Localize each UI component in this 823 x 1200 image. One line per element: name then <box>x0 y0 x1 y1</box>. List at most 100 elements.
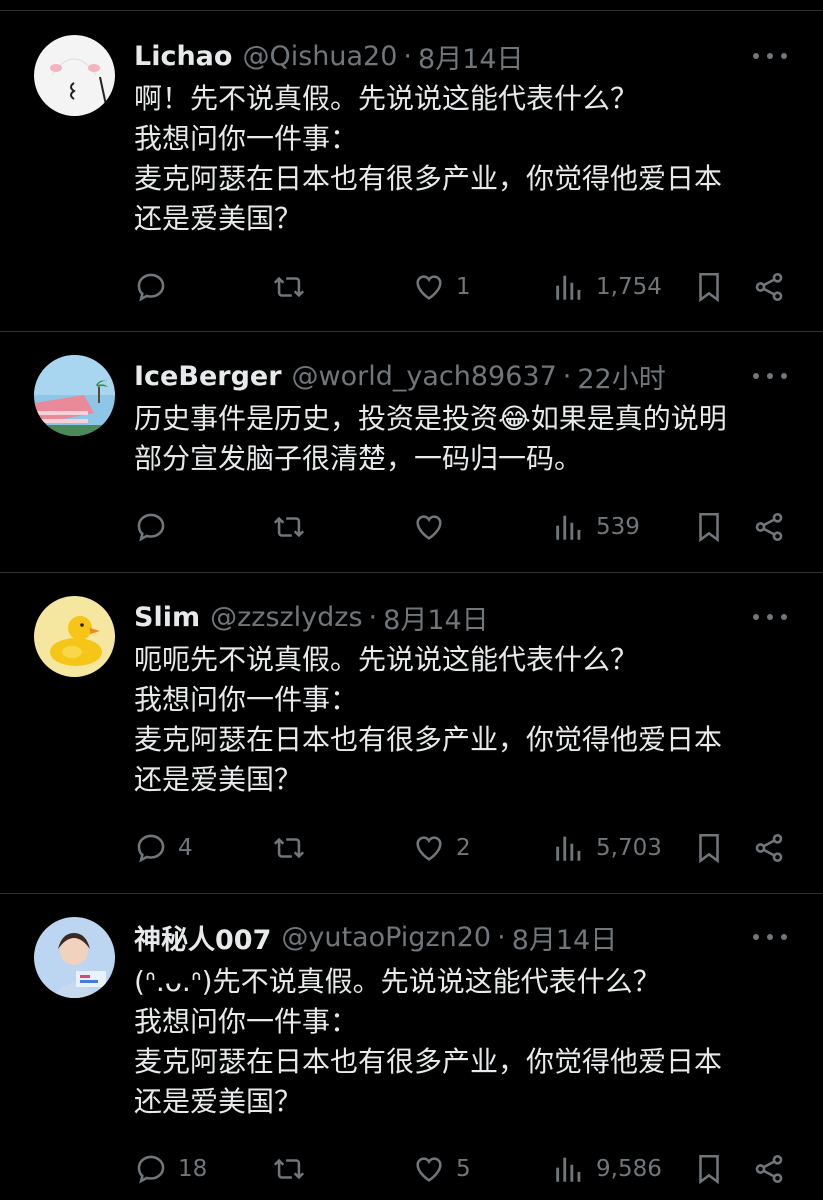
more-icon[interactable] <box>753 927 787 947</box>
action-bar: 4 2 5,703 <box>0 828 823 868</box>
view-count: 539 <box>596 514 640 540</box>
bookmark-button[interactable] <box>692 267 726 307</box>
avatar[interactable] <box>34 596 115 677</box>
like-icon <box>416 836 442 861</box>
bookmark-button[interactable] <box>692 507 726 547</box>
reply-icon <box>137 834 165 863</box>
bookmark-button[interactable] <box>692 1149 726 1189</box>
username[interactable]: @yutaoPigzn20 <box>281 922 491 953</box>
share-button[interactable] <box>752 267 786 307</box>
tweet[interactable]: Lichao @Qishua20 · 8月14日 啊！先不说真假。先说说这能代表… <box>0 11 823 332</box>
views-icon <box>556 515 581 540</box>
avatar[interactable] <box>34 917 115 998</box>
display-name[interactable]: IceBerger <box>134 361 282 392</box>
display-name[interactable]: 神秘人007 <box>134 918 271 957</box>
tweet-text-line: 麦克阿瑟在日本也有很多产业，你觉得他爱日本 <box>134 1045 723 1078</box>
retweet-icon <box>273 516 305 538</box>
separator: · <box>497 921 506 953</box>
retweet-icon <box>273 276 305 298</box>
like-button[interactable]: 1 <box>412 267 471 307</box>
reply-count: 4 <box>178 835 193 861</box>
tweet[interactable]: IceBerger @world_yach89637 · 22小时 历史事件是历… <box>0 332 823 573</box>
views-button[interactable]: 5,703 <box>552 828 662 868</box>
separator: · <box>368 601 378 633</box>
views-icon <box>556 275 581 300</box>
reply-button[interactable] <box>134 507 178 547</box>
more-icon[interactable] <box>753 607 787 627</box>
bookmark-icon <box>699 512 719 543</box>
reply-icon <box>137 1155 165 1184</box>
top-divider <box>0 0 823 11</box>
like-icon <box>416 1157 442 1182</box>
display-name[interactable]: Lichao <box>134 41 232 72</box>
tweet-header: 神秘人007 @yutaoPigzn20 · 8月14日 <box>134 918 823 957</box>
bookmark-icon <box>699 833 719 864</box>
reply-icon <box>137 273 165 302</box>
tweet-text-line: 还是爱美国？ <box>134 763 303 796</box>
tweet-text: (ᐢ.ᴗ.ᐢ)先不说真假。先说说这能代表什么？ 我想问你一件事： 麦克阿瑟在日本… <box>134 962 793 1122</box>
retweet-icon <box>273 1158 305 1180</box>
tweet-header: Lichao @Qishua20 · 8月14日 <box>134 37 823 76</box>
username[interactable]: @world_yach89637 <box>292 361 557 392</box>
avatar[interactable] <box>34 35 115 116</box>
tweet-text-line: 还是爱美国？ <box>134 1085 303 1118</box>
tweet-text-line: 啊！先不说真假。先说说这能代表什么？ <box>134 82 639 115</box>
retweet-button[interactable] <box>272 1149 316 1189</box>
tweet-text: 啊！先不说真假。先说说这能代表什么？ 我想问你一件事： 麦克阿瑟在日本也有很多产… <box>134 79 793 239</box>
like-count: 5 <box>456 1156 471 1182</box>
tweet[interactable]: 神秘人007 @yutaoPigzn20 · 8月14日 (ᐢ.ᴗ.ᐢ)先不说真… <box>0 894 823 1200</box>
tweet-text-line: 呃呃先不说真假。先说说这能代表什么？ <box>134 643 639 676</box>
action-bar: 18 5 9,586 <box>0 1149 823 1189</box>
tweet-header: Slim @zzszlydzs · 8月14日 <box>134 598 823 637</box>
separator: · <box>562 360 572 392</box>
separator: · <box>403 40 413 72</box>
tweet-text-line: 麦克阿瑟在日本也有很多产业，你觉得他爱日本 <box>134 723 723 756</box>
tweet-header: IceBerger @world_yach89637 · 22小时 <box>134 357 823 396</box>
action-bar: 539 <box>0 507 823 547</box>
timestamp[interactable]: 8月14日 <box>418 37 524 76</box>
views-icon <box>556 1157 581 1182</box>
view-count: 5,703 <box>596 835 662 861</box>
share-button[interactable] <box>752 828 786 868</box>
retweet-button[interactable] <box>272 267 316 307</box>
timestamp[interactable]: 8月14日 <box>512 918 618 957</box>
timestamp[interactable]: 8月14日 <box>383 598 489 637</box>
more-icon[interactable] <box>753 366 787 386</box>
avatar[interactable] <box>34 355 115 436</box>
view-count: 9,586 <box>596 1156 662 1182</box>
share-button[interactable] <box>752 507 786 547</box>
reply-button[interactable] <box>134 267 178 307</box>
like-button[interactable] <box>412 507 456 547</box>
display-name[interactable]: Slim <box>134 602 200 633</box>
views-button[interactable]: 1,754 <box>552 267 662 307</box>
like-button[interactable]: 2 <box>412 828 471 868</box>
action-bar: 1 1,754 <box>0 267 823 307</box>
bookmark-icon <box>699 1154 719 1185</box>
tweet-text-line: 历史事件是历史，投资是投资😂如果是真的说明 <box>134 402 727 435</box>
view-count: 1,754 <box>596 274 662 300</box>
share-icon <box>755 833 783 863</box>
views-button[interactable]: 539 <box>552 507 640 547</box>
tweet-text: 历史事件是历史，投资是投资😂如果是真的说明 部分宣发脑子很清楚，一码归一码。 <box>134 399 793 479</box>
share-button[interactable] <box>752 1149 786 1189</box>
like-icon <box>416 275 442 300</box>
more-icon[interactable] <box>753 46 787 66</box>
bookmark-icon <box>699 272 719 303</box>
bookmark-button[interactable] <box>692 828 726 868</box>
reply-button[interactable]: 4 <box>134 828 193 868</box>
like-button[interactable]: 5 <box>412 1149 471 1189</box>
retweet-button[interactable] <box>272 507 316 547</box>
like-count: 1 <box>456 274 471 300</box>
username[interactable]: @Qishua20 <box>242 41 397 72</box>
views-button[interactable]: 9,586 <box>552 1149 662 1189</box>
tweet-text-line: 我想问你一件事： <box>134 1005 359 1038</box>
retweet-button[interactable] <box>272 828 316 868</box>
tweet[interactable]: Slim @zzszlydzs · 8月14日 呃呃先不说真假。先说说这能代表什… <box>0 573 823 894</box>
reply-icon <box>137 513 165 542</box>
reply-button[interactable]: 18 <box>134 1149 207 1189</box>
tweet-text-line: 还是爱美国？ <box>134 202 303 235</box>
views-icon <box>556 836 581 861</box>
timestamp[interactable]: 22小时 <box>577 357 665 396</box>
tweet-text-line: 我想问你一件事： <box>134 122 359 155</box>
username[interactable]: @zzszlydzs <box>210 602 362 633</box>
